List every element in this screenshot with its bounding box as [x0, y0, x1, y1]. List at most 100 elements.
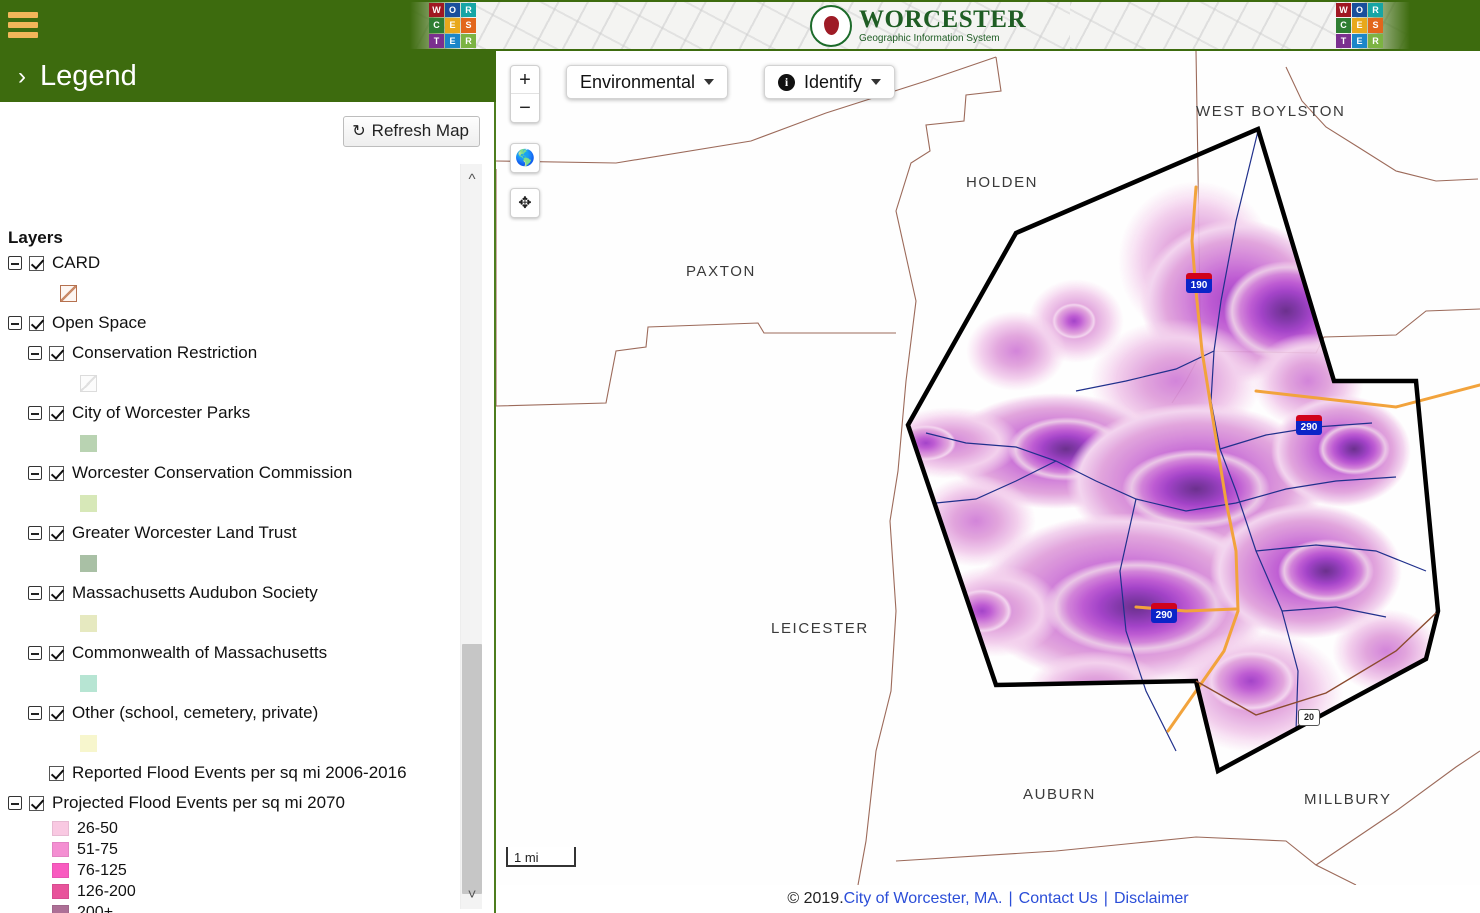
- route-shield-i290-east: 290: [1296, 415, 1322, 435]
- layer-checkbox-worcester-conservation-commission[interactable]: [49, 465, 64, 481]
- flood-scale-row-2: 76-125: [0, 860, 460, 881]
- contact-us-link[interactable]: Contact Us: [1019, 890, 1098, 908]
- logo-tile-2: R: [1368, 3, 1383, 18]
- layer-node-other-school-cemetery-private[interactable]: Other (school, cemetery, private): [0, 698, 460, 728]
- flood-scale-swatch-0: [52, 821, 69, 836]
- collapse-icon[interactable]: [8, 256, 22, 270]
- town-label-millbury: MILLBURY: [1304, 791, 1392, 808]
- logo-tile-0: W: [1336, 3, 1351, 18]
- layer-label-massachusetts-audubon-society: Massachusetts Audubon Society: [72, 583, 318, 602]
- layer-checkbox-other-school-cemetery-private[interactable]: [49, 705, 64, 721]
- city-of-worcester-link[interactable]: City of Worcester, MA.: [844, 890, 1003, 908]
- layer-label-commonwealth-of-massachusetts: Commonwealth of Massachusetts: [72, 643, 328, 662]
- collapse-icon[interactable]: [28, 406, 42, 420]
- layer-swatch-row-other-school-cemetery-private: [0, 728, 460, 758]
- chevron-down-icon: [871, 79, 882, 85]
- projected-flood-heatmap: [908, 181, 1438, 753]
- collapse-icon[interactable]: [8, 796, 22, 810]
- layer-swatch-row-greater-worcester-land-trust: [0, 548, 460, 578]
- layer-node-commonwealth-of-massachusetts[interactable]: Commonwealth of Massachusetts: [0, 638, 460, 668]
- layer-swatch-row-worcester-conservation-commission: [0, 488, 460, 518]
- logo-tile-1: O: [1352, 3, 1367, 18]
- layer-swatch-city-of-worcester-parks: [80, 434, 97, 452]
- layer-checkbox-commonwealth-of-massachusetts[interactable]: [49, 645, 64, 661]
- collapse-icon[interactable]: [28, 646, 42, 660]
- scrollbar-thumb[interactable]: [462, 644, 482, 894]
- environmental-dropdown[interactable]: Environmental: [566, 65, 729, 99]
- info-circle-icon: i: [778, 73, 795, 91]
- layer-checkbox-projected-flood-events[interactable]: [29, 795, 44, 811]
- layer-node-projected-flood-events[interactable]: Projected Flood Events per sq mi 2070: [0, 788, 460, 818]
- logo-tile-3: C: [1336, 18, 1351, 33]
- logo-tile-2: R: [461, 3, 476, 18]
- collapse-icon[interactable]: [28, 706, 42, 720]
- globe-icon[interactable]: 🌎: [510, 143, 540, 173]
- layer-node-card[interactable]: CARD: [0, 248, 460, 278]
- flood-scale-swatch-3: [52, 884, 69, 899]
- logo-tile-0: W: [429, 3, 444, 18]
- worcester-gis-branding: WORCESTER Geographic Information System: [810, 4, 1026, 47]
- layer-node-worcester-conservation-commission[interactable]: Worcester Conservation Commission: [0, 458, 460, 488]
- refresh-map-button[interactable]: ↻ Refresh Map: [343, 116, 480, 147]
- legend-scrollbar[interactable]: ^ ˅: [460, 164, 482, 909]
- layer-checkbox-reported-flood-events[interactable]: [49, 765, 64, 781]
- layer-checkbox-massachusetts-audubon-society[interactable]: [49, 585, 64, 601]
- layer-node-city-of-worcester-parks[interactable]: City of Worcester Parks: [0, 398, 460, 428]
- identify-dropdown[interactable]: i Identify: [764, 65, 896, 99]
- layer-label-worcester-conservation-commission: Worcester Conservation Commission: [72, 463, 353, 482]
- flood-scale-swatch-2: [52, 863, 69, 878]
- layer-swatch-row-commonwealth-of-massachusetts: [0, 668, 460, 698]
- layer-checkbox-card[interactable]: [29, 255, 44, 271]
- layer-node-massachusetts-audubon-society[interactable]: Massachusetts Audubon Society: [0, 578, 460, 608]
- logo-tile-6: T: [429, 33, 444, 48]
- logo-tile-7: E: [445, 33, 460, 48]
- layer-checkbox-conservation-restriction[interactable]: [49, 345, 64, 361]
- layer-node-reported-flood-events[interactable]: Reported Flood Events per sq mi 2006-201…: [0, 758, 460, 788]
- map-canvas[interactable]: + − 🌎 ✥ Environmental i Identify WEST BO…: [496, 51, 1480, 885]
- brand-title: WORCESTER: [859, 6, 1027, 33]
- city-seal-icon: [810, 4, 852, 47]
- layer-swatch-commonwealth-of-massachusetts: [80, 674, 97, 692]
- legend-header-toggle[interactable]: › Legend: [0, 51, 496, 102]
- chevron-up-icon[interactable]: ^: [461, 168, 483, 190]
- layer-swatch-other-school-cemetery-private: [80, 734, 97, 752]
- collapse-icon[interactable]: [8, 316, 22, 330]
- flood-scale-label-3: 126-200: [77, 882, 136, 900]
- disclaimer-link[interactable]: Disclaimer: [1114, 890, 1189, 908]
- logo-tile-4: E: [1352, 18, 1367, 33]
- layer-checkbox-city-of-worcester-parks[interactable]: [49, 405, 64, 421]
- layer-swatch-row-massachusetts-audubon-society: [0, 608, 460, 638]
- footer-copyright: © 2019.: [787, 890, 844, 907]
- layer-node-greater-worcester-land-trust[interactable]: Greater Worcester Land Trust: [0, 518, 460, 548]
- chevron-down-icon[interactable]: ˅: [461, 883, 483, 905]
- logo-tile-8: R: [1368, 33, 1383, 48]
- collapse-icon[interactable]: [28, 346, 42, 360]
- layer-checkbox-greater-worcester-land-trust[interactable]: [49, 525, 64, 541]
- town-label-auburn: AUBURN: [1023, 786, 1096, 803]
- flood-scale-row-1: 51-75: [0, 839, 460, 860]
- brand-subtitle: Geographic Information System: [859, 33, 1000, 44]
- collapse-icon[interactable]: [28, 586, 42, 600]
- hamburger-menu-icon[interactable]: [8, 12, 38, 38]
- legend-title: Legend: [40, 60, 137, 92]
- route-shield-us20: 20: [1298, 709, 1320, 726]
- logo-tile-1: O: [445, 3, 460, 18]
- layer-node-conservation-restriction[interactable]: Conservation Restriction: [0, 338, 460, 368]
- layer-label-greater-worcester-land-trust: Greater Worcester Land Trust: [72, 523, 297, 542]
- flood-scale-label-4: 200+: [77, 903, 114, 913]
- chevron-right-icon: ›: [18, 62, 26, 90]
- zoom-in-button[interactable]: +: [511, 66, 539, 94]
- zoom-out-button[interactable]: −: [511, 94, 539, 122]
- collapse-icon[interactable]: [28, 466, 42, 480]
- layer-tree: CARD Open Space Conservation Restriction Ci…: [0, 248, 460, 913]
- worcester-tile-logo-right: WOR CES TER: [1336, 3, 1383, 48]
- collapse-icon[interactable]: [28, 526, 42, 540]
- zoom-controls[interactable]: + −: [510, 65, 540, 123]
- layer-label-card: CARD: [52, 253, 101, 272]
- layer-node-open-space[interactable]: Open Space: [0, 308, 460, 338]
- footer-separator-1: |: [1008, 890, 1013, 907]
- layer-checkbox-open-space[interactable]: [29, 315, 44, 331]
- pan-arrows-icon[interactable]: ✥: [510, 188, 540, 218]
- logo-tile-8: R: [461, 33, 476, 48]
- flood-scale-swatch-4: [52, 905, 69, 913]
